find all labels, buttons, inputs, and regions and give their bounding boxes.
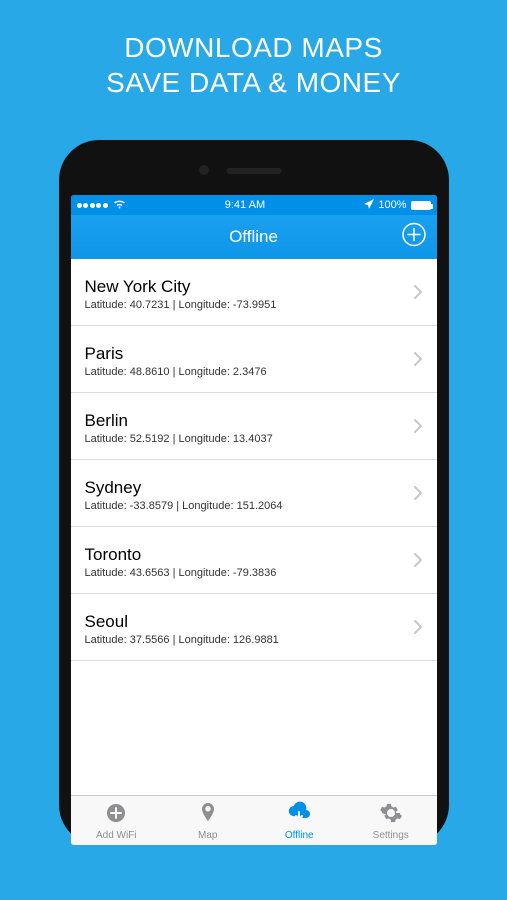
chevron-right-icon bbox=[414, 352, 423, 371]
location-name: Berlin bbox=[85, 411, 414, 431]
page-title: Offline bbox=[229, 227, 278, 247]
promo-line-1: DOWNLOAD MAPS bbox=[0, 30, 507, 65]
chevron-right-icon bbox=[414, 285, 423, 304]
signal-dots-icon bbox=[77, 203, 108, 208]
location-name: Toronto bbox=[85, 545, 414, 565]
list-item[interactable]: Berlin Latitude: 52.5192 | Longitude: 13.… bbox=[71, 393, 437, 460]
location-coords: Latitude: -33.8579 | Longitude: 151.2064 bbox=[85, 500, 414, 512]
tab-label: Settings bbox=[373, 830, 409, 841]
location-name: New York City bbox=[85, 277, 414, 297]
offline-icon bbox=[287, 801, 311, 828]
list-item[interactable]: Sydney Latitude: -33.8579 | Longitude: 15… bbox=[71, 460, 437, 527]
location-name: Seoul bbox=[85, 612, 414, 632]
location-list[interactable]: New York City Latitude: 40.7231 | Longitu… bbox=[71, 259, 437, 795]
device-camera bbox=[199, 165, 209, 175]
status-time: 9:41 AM bbox=[126, 199, 365, 211]
list-item-text: Toronto Latitude: 43.6563 | Longitude: -7… bbox=[85, 545, 414, 579]
device-speaker bbox=[226, 168, 281, 174]
chevron-right-icon bbox=[414, 553, 423, 572]
status-left bbox=[77, 199, 126, 212]
list-item-text: New York City Latitude: 40.7231 | Longitu… bbox=[85, 277, 414, 311]
list-item-text: Sydney Latitude: -33.8579 | Longitude: 15… bbox=[85, 478, 414, 512]
tab-label: Offline bbox=[285, 830, 314, 841]
device-frame: 9:41 AM 100% Offline New York City Latitu… bbox=[59, 140, 449, 845]
add-button[interactable] bbox=[401, 221, 427, 252]
tab-bar: Add WiFi Map Offline Settings bbox=[71, 795, 437, 845]
status-bar: 9:41 AM 100% bbox=[71, 195, 437, 215]
list-item-text: Berlin Latitude: 52.5192 | Longitude: 13.… bbox=[85, 411, 414, 445]
list-item-text: Seoul Latitude: 37.5566 | Longitude: 126.… bbox=[85, 612, 414, 646]
location-coords: Latitude: 52.5192 | Longitude: 13.4037 bbox=[85, 433, 414, 445]
tab-map[interactable]: Map bbox=[162, 796, 254, 845]
location-name: Paris bbox=[85, 344, 414, 364]
list-item[interactable]: Toronto Latitude: 43.6563 | Longitude: -7… bbox=[71, 527, 437, 594]
wifi-icon bbox=[113, 199, 126, 212]
tab-addwifi[interactable]: Add WiFi bbox=[71, 796, 163, 845]
location-coords: Latitude: 48.8610 | Longitude: 2.3476 bbox=[85, 366, 414, 378]
tab-label: Map bbox=[198, 830, 217, 841]
location-coords: Latitude: 43.6563 | Longitude: -79.3836 bbox=[85, 567, 414, 579]
status-right: 100% bbox=[364, 199, 430, 212]
plus-circle-icon bbox=[401, 221, 427, 247]
location-coords: Latitude: 37.5566 | Longitude: 126.9881 bbox=[85, 634, 414, 646]
list-item[interactable]: Seoul Latitude: 37.5566 | Longitude: 126.… bbox=[71, 594, 437, 661]
map-icon bbox=[196, 801, 220, 828]
app-screen: 9:41 AM 100% Offline New York City Latitu… bbox=[71, 195, 437, 845]
promo-headline: DOWNLOAD MAPS SAVE DATA & MONEY bbox=[0, 0, 507, 100]
list-item[interactable]: Paris Latitude: 48.8610 | Longitude: 2.34… bbox=[71, 326, 437, 393]
location-name: Sydney bbox=[85, 478, 414, 498]
tab-label: Add WiFi bbox=[96, 830, 137, 841]
promo-line-2: SAVE DATA & MONEY bbox=[0, 65, 507, 100]
list-item-text: Paris Latitude: 48.8610 | Longitude: 2.34… bbox=[85, 344, 414, 378]
battery-percent: 100% bbox=[378, 199, 406, 211]
list-item[interactable]: New York City Latitude: 40.7231 | Longitu… bbox=[71, 259, 437, 326]
chevron-right-icon bbox=[414, 419, 423, 438]
nav-bar: Offline bbox=[71, 215, 437, 259]
location-icon bbox=[364, 199, 374, 212]
battery-icon bbox=[411, 201, 431, 210]
location-coords: Latitude: 40.7231 | Longitude: -73.9951 bbox=[85, 299, 414, 311]
addwifi-icon bbox=[104, 801, 128, 828]
chevron-right-icon bbox=[414, 620, 423, 639]
tab-settings[interactable]: Settings bbox=[345, 796, 437, 845]
chevron-right-icon bbox=[414, 486, 423, 505]
tab-offline[interactable]: Offline bbox=[254, 796, 346, 845]
settings-icon bbox=[379, 801, 403, 828]
